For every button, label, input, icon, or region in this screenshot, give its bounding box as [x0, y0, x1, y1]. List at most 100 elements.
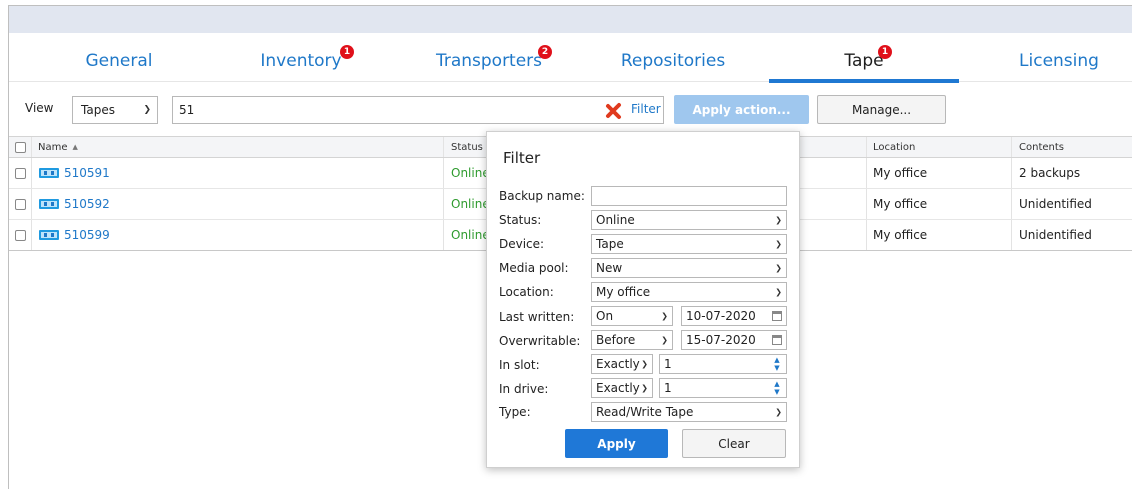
in-slot-op-value: Exactly	[596, 357, 640, 371]
chevron-down-icon: ❯	[661, 311, 668, 321]
chevron-down-icon: ❯	[775, 239, 782, 249]
column-header-label: Location	[873, 141, 916, 153]
view-select[interactable]: Tapes ❯	[72, 96, 158, 124]
tape-icon	[39, 168, 59, 178]
location-cell: My office	[873, 166, 928, 180]
stepper-arrows-icon[interactable]: ▲ ▼	[771, 356, 783, 372]
device-select[interactable]: Tape ❯	[591, 234, 787, 254]
backup-name-label: Backup name:	[499, 189, 585, 203]
chevron-down-icon: ❯	[661, 335, 668, 345]
in-slot-value: 1	[664, 357, 672, 371]
apply-action-button[interactable]: Apply action...	[674, 95, 809, 124]
calendar-icon[interactable]	[772, 311, 782, 321]
in-slot-label: In slot:	[499, 358, 540, 372]
clear-filter-icon[interactable]	[605, 102, 623, 120]
status-label: Status:	[499, 213, 542, 227]
manage-button[interactable]: Manage...	[817, 95, 946, 124]
in-slot-op-select[interactable]: Exactly ❯	[591, 354, 653, 374]
type-select[interactable]: Read/Write Tape ❯	[591, 402, 787, 422]
chevron-down-icon: ❯	[775, 263, 782, 273]
row-checkbox[interactable]	[15, 220, 26, 250]
tab-bar: General Inventory 1 Transporters 2 Repos…	[9, 40, 1132, 83]
search-input-value: 51	[179, 103, 195, 117]
tape-name-link[interactable]: 510591	[64, 166, 110, 180]
view-label: View	[25, 101, 54, 115]
top-bar	[9, 6, 1132, 33]
tape-name-cell[interactable]: 510599	[39, 220, 110, 250]
device-select-value: Tape	[596, 237, 624, 251]
tape-icon	[39, 199, 59, 209]
filter-popup: Filter Backup name: Status: Online ❯ Dev…	[486, 131, 800, 468]
tab-transporters[interactable]: Transporters 2	[414, 40, 564, 82]
stepper-arrows-icon[interactable]: ▲ ▼	[771, 380, 783, 396]
overwritable-label: Overwritable:	[499, 334, 581, 348]
in-drive-label: In drive:	[499, 382, 549, 396]
overwritable-date-field[interactable]: 15-07-2020	[681, 330, 787, 350]
tab-licensing[interactable]: Licensing	[994, 40, 1124, 82]
chevron-down-icon: ❯	[641, 383, 648, 393]
overwritable-op-select[interactable]: Before ❯	[591, 330, 673, 350]
last-written-date-field[interactable]: 10-07-2020	[681, 306, 787, 326]
apply-filter-button[interactable]: Apply	[565, 429, 668, 458]
view-select-value: Tapes	[81, 103, 115, 117]
location-label: Location:	[499, 285, 554, 299]
contents-cell: Unidentified	[1019, 197, 1092, 211]
tab-label: Transporters	[435, 51, 543, 71]
type-select-value: Read/Write Tape	[596, 405, 694, 419]
column-header-name[interactable]: Name ▲	[38, 137, 78, 157]
tape-name-link[interactable]: 510592	[64, 197, 110, 211]
column-header-location[interactable]: Location	[873, 137, 915, 157]
in-drive-value: 1	[664, 381, 672, 395]
last-written-op-select[interactable]: On ❯	[591, 306, 673, 326]
column-header-label: Status	[451, 141, 483, 153]
tab-label: Inventory	[260, 51, 342, 71]
tab-general[interactable]: General	[49, 40, 189, 82]
backup-name-field[interactable]	[591, 186, 787, 206]
device-label: Device:	[499, 237, 545, 251]
active-tab-indicator	[769, 79, 959, 83]
contents-cell: 2 backups	[1019, 166, 1081, 180]
tab-tape[interactable]: Tape 1	[769, 40, 959, 83]
column-header-label: Name	[38, 141, 68, 153]
notification-badge: 1	[340, 45, 354, 59]
tape-name-link[interactable]: 510599	[64, 228, 110, 242]
in-drive-op-value: Exactly	[596, 381, 640, 395]
column-header-contents[interactable]: Contents	[1019, 137, 1064, 157]
last-written-op-value: On	[596, 309, 614, 323]
tape-name-cell[interactable]: 510592	[39, 189, 110, 219]
select-all-checkbox[interactable]	[15, 137, 26, 157]
clear-filter-button[interactable]: Clear	[682, 429, 786, 458]
in-drive-op-select[interactable]: Exactly ❯	[591, 378, 653, 398]
in-slot-stepper[interactable]: 1 ▲ ▼	[659, 354, 787, 374]
tab-repositories[interactable]: Repositories	[603, 40, 743, 82]
chevron-down-icon: ❯	[775, 287, 782, 297]
location-cell: My office	[873, 197, 928, 211]
chevron-down-icon: ❯	[143, 105, 151, 115]
filter-link[interactable]: Filter	[631, 102, 661, 116]
notification-badge: 2	[538, 45, 552, 59]
tab-label: General	[85, 51, 153, 71]
media-pool-label: Media pool:	[499, 261, 569, 275]
tape-name-cell[interactable]: 510591	[39, 158, 110, 188]
media-pool-select-value: New	[596, 261, 623, 275]
overwritable-op-value: Before	[596, 333, 636, 347]
location-cell: My office	[873, 228, 928, 242]
row-checkbox[interactable]	[15, 158, 26, 188]
status-cell: Online	[451, 197, 490, 211]
in-drive-stepper[interactable]: 1 ▲ ▼	[659, 378, 787, 398]
column-header-label: Contents	[1019, 141, 1064, 153]
tab-inventory[interactable]: Inventory 1	[231, 40, 371, 82]
contents-cell: Unidentified	[1019, 228, 1092, 242]
search-input[interactable]: 51	[172, 96, 664, 124]
chevron-down-icon: ❯	[775, 215, 782, 225]
filter-popup-title: Filter	[503, 149, 541, 167]
location-select[interactable]: My office ❯	[591, 282, 787, 302]
overwritable-date-value: 15-07-2020	[686, 333, 756, 347]
type-label: Type:	[499, 405, 531, 419]
media-pool-select[interactable]: New ❯	[591, 258, 787, 278]
column-header-status[interactable]: Status	[451, 137, 483, 157]
last-written-date-value: 10-07-2020	[686, 309, 756, 323]
row-checkbox[interactable]	[15, 189, 26, 219]
status-select[interactable]: Online ❯	[591, 210, 787, 230]
calendar-icon[interactable]	[772, 335, 782, 345]
